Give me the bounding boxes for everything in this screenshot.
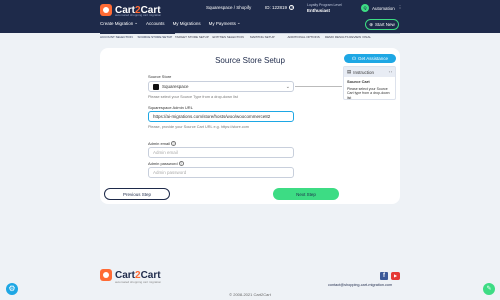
admin-url-hint: Please, provide your Source Cart URL e.g… [148, 125, 249, 129]
step-account-selection[interactable]: Account Selection [100, 33, 138, 45]
loyalty-level: Enthusiast [307, 8, 331, 13]
instruction-header: ▤ Instruction ‹ › [344, 67, 395, 77]
kebab-menu-icon[interactable]: ⋮ [398, 5, 403, 11]
nav-create-migration[interactable]: Create Migration ⌄ [100, 20, 138, 26]
logo-subtitle: automated shopping cart migration [115, 13, 162, 17]
step-mapping-setup: Mapping Setup [250, 33, 288, 45]
chevron-down-icon: ⌄ [134, 20, 139, 25]
source-store-hint: Please select your Source Type from a dr… [148, 95, 238, 99]
collapse-icon[interactable]: ‹ › [389, 70, 395, 74]
admin-password-input[interactable]: Admin password [148, 167, 294, 178]
footer-logo-text: Cart2Cart [115, 269, 161, 281]
chevron-down-icon: ⌄ [285, 84, 290, 90]
step-entities-selection: Entities Selection [212, 33, 250, 45]
step-demo-results-review: Demo Results Review [325, 33, 363, 45]
cart2cart-logo-icon [100, 269, 112, 281]
admin-password-label: Admin password? [148, 161, 184, 166]
instruction-body: Source Cart Please select your Source Ca… [347, 79, 390, 100]
social-links: f ▶ [380, 272, 400, 280]
help-icon[interactable]: ? [178, 161, 184, 166]
facebook-icon[interactable]: f [380, 272, 388, 280]
previous-step-button[interactable]: Previous Step [104, 188, 170, 200]
source-store-label: Source Store [148, 74, 172, 79]
chevron-down-icon: ⌄ [236, 20, 241, 25]
step-final: Final [362, 33, 400, 45]
user-menu[interactable]: Q Automation ⋮ [361, 4, 402, 12]
admin-url-label: Squarespace Admin URL [148, 105, 193, 110]
source-store-select[interactable]: Squarespace ⌄ [148, 81, 294, 92]
footer-logo-subtitle: automated shopping cart migration [115, 280, 162, 284]
start-new-button[interactable]: ⊕ Start New [365, 19, 399, 30]
migration-id: ID: 122819 ? [265, 5, 295, 10]
next-step-button[interactable]: Next Step [273, 188, 339, 200]
nav-my-payments[interactable]: My Payments ⌄ [209, 20, 241, 26]
copyright: © 2008-2021 Cart2Cart [229, 292, 271, 297]
step-source-store-setup[interactable]: Source Store Setup [137, 33, 175, 45]
migration-steps: Account Selection Source Store Setup Tar… [100, 33, 400, 45]
contact-email-link[interactable]: contact@shopping-cart-migration.com [328, 283, 392, 287]
loyalty-info[interactable]: Loyalty Program Level Enthusiast [307, 3, 342, 14]
nav-my-migrations[interactable]: My Migrations [173, 20, 201, 26]
book-icon: ▤ [347, 69, 352, 74]
admin-email-input[interactable]: Admin email [148, 147, 294, 158]
instruction-panel: ▤ Instruction ‹ › Source Cart Please sel… [343, 66, 396, 100]
step-target-store-setup: Target Store Setup [175, 33, 213, 45]
info-icon[interactable]: ? [289, 5, 295, 10]
help-icon[interactable]: ? [171, 141, 177, 146]
nav-accounts[interactable]: Accounts [146, 20, 165, 26]
admin-email-label: Admin email? [148, 141, 177, 146]
squarespace-icon [153, 83, 159, 90]
user-name: Automation [372, 5, 395, 11]
migration-route: Squarespace / Shopify [206, 5, 252, 10]
main-nav: Create Migration ⌄ Accounts My Migrations… [100, 20, 241, 26]
step-additional-options: Additional Options [287, 33, 325, 45]
avatar: Q [361, 4, 369, 12]
headset-icon: ☊ [351, 55, 356, 61]
plus-circle-icon: ⊕ [369, 21, 373, 27]
get-assistance-button[interactable]: ☊ Get Assistance [344, 54, 396, 63]
cart2cart-logo-icon [100, 4, 112, 16]
youtube-icon[interactable]: ▶ [391, 272, 400, 280]
instruction-connector [295, 86, 342, 87]
admin-url-input[interactable]: https://ai-migrations.com/store/hosts/wo… [148, 111, 294, 122]
